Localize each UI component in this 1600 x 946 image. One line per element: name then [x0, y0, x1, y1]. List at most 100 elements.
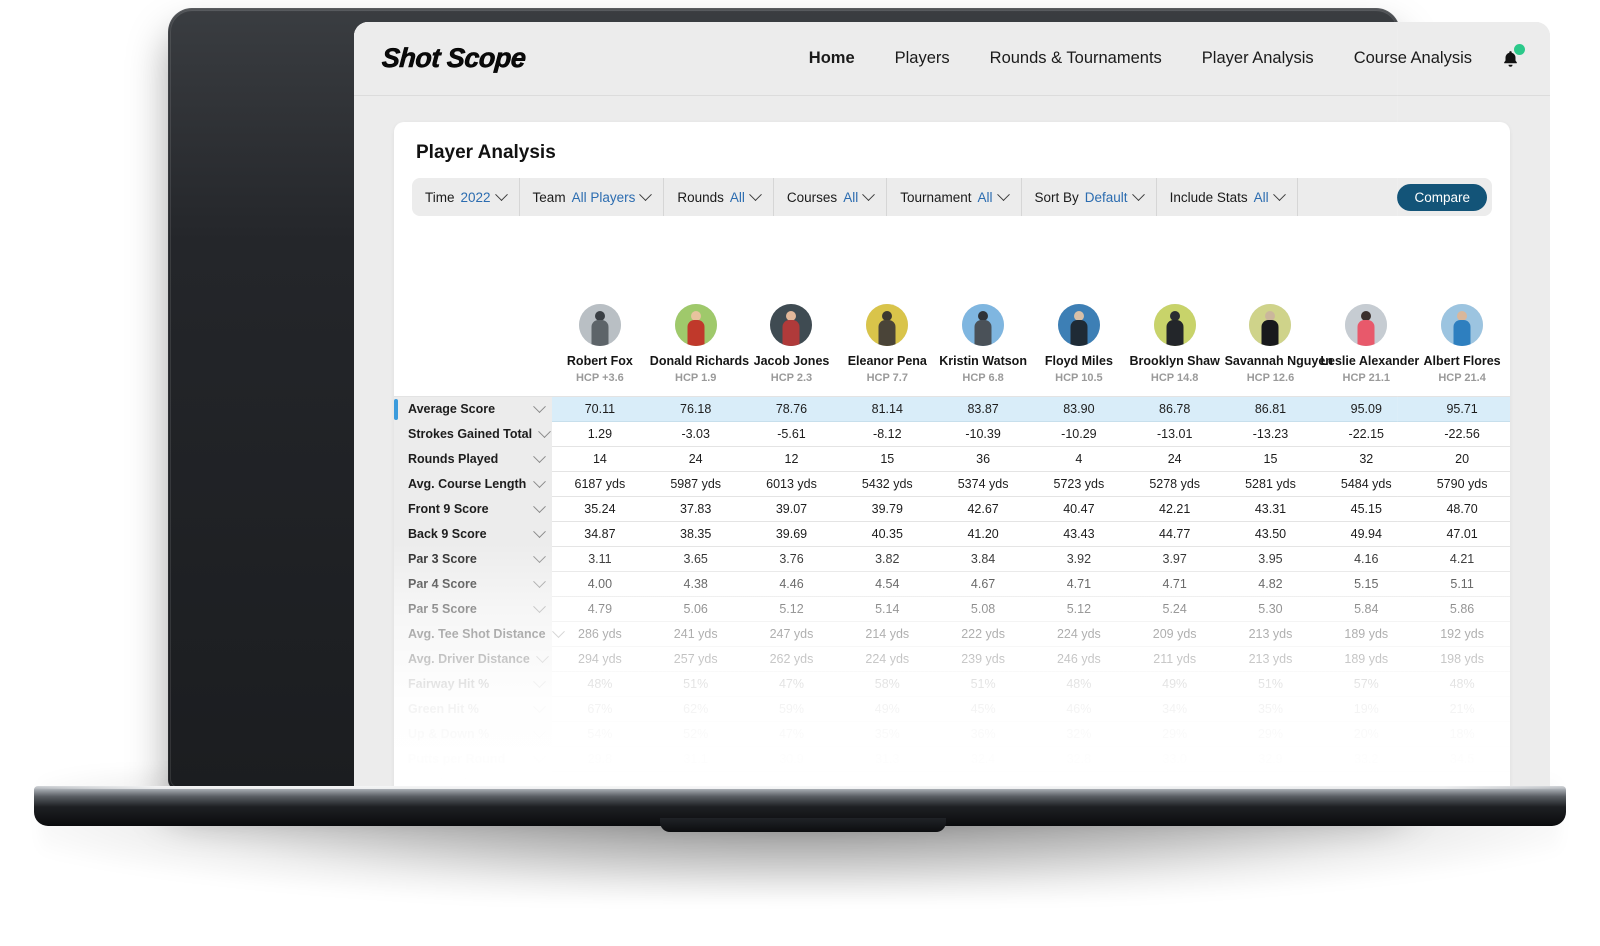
table-row[interactable]: Avg. Driver Distance294 yds257 yds262 yd…	[394, 647, 1510, 672]
stat-value-cell: 32.4	[935, 747, 1031, 772]
stat-row-label-cell[interactable]: Back 9 Score	[394, 522, 552, 547]
stat-value-cell: 32%	[1031, 722, 1127, 747]
stat-row-label-cell[interactable]: Avg. Driver Distance	[394, 647, 552, 672]
filter-include-stats[interactable]: Include StatsAll	[1157, 178, 1298, 216]
stat-value-cell: 48%	[1031, 672, 1127, 697]
table-row[interactable]: Par 3 Score3.113.653.763.823.843.923.973…	[394, 547, 1510, 572]
chevron-down-icon[interactable]	[533, 475, 546, 488]
player-column-header[interactable]: Jacob JonesHCP 2.3	[744, 290, 840, 397]
stat-row-label-cell[interactable]: Par 5 Score	[394, 597, 552, 622]
table-row[interactable]: Strokes Gained Total1.29-3.03-5.61-8.12-…	[394, 422, 1510, 447]
chevron-down-icon[interactable]	[533, 675, 546, 688]
stat-row-label-cell[interactable]: Strokes Gained Total	[394, 422, 552, 447]
chevron-down-icon[interactable]	[533, 525, 546, 538]
chevron-down-icon[interactable]	[533, 400, 546, 413]
stat-value-cell: -3.03	[648, 422, 744, 447]
chevron-down-icon[interactable]	[533, 450, 546, 463]
table-row[interactable]: Up & Down %54%52%47%35%36%32%29%29%20%18…	[394, 722, 1510, 747]
chevron-down-icon[interactable]	[533, 700, 546, 713]
player-column-header[interactable]: Kristin WatsonHCP 6.8	[935, 290, 1031, 397]
shot-scope-logo[interactable]: Shot Scope	[381, 43, 527, 74]
stat-row-label-cell[interactable]: Par 4 Score	[394, 572, 552, 597]
table-row[interactable]: Green Hit %67%62%59%49%45%46%34%35%19%21…	[394, 697, 1510, 722]
chevron-down-icon	[1273, 188, 1286, 201]
chevron-down-icon[interactable]	[533, 600, 546, 613]
stat-value-cell: 34%	[1127, 697, 1223, 722]
stat-value-cell: 32	[1318, 447, 1414, 472]
stat-value-cell: 32.8	[1031, 747, 1127, 772]
stat-row-label-cell[interactable]: Fairway Hit %	[394, 672, 552, 697]
stat-value-cell: 34.5	[1414, 747, 1510, 772]
filter-time[interactable]: Time2022	[412, 178, 520, 216]
stat-label: Rounds Played	[408, 452, 498, 466]
notifications-button[interactable]	[1496, 45, 1524, 73]
table-row[interactable]: Average Score70.1176.1878.7681.1483.8783…	[394, 397, 1510, 422]
stat-row-label-cell[interactable]: Avg. Tee Shot Distance	[394, 622, 552, 647]
table-row[interactable]: Rounds Played1424121536424153220	[394, 447, 1510, 472]
filter-team[interactable]: TeamAll Players	[520, 178, 665, 216]
avatar	[1441, 304, 1483, 346]
filter-rounds[interactable]: RoundsAll	[664, 178, 774, 216]
stat-value-cell: 5.84	[1318, 597, 1414, 622]
table-row[interactable]: Par 5 Score4.795.065.125.145.085.125.245…	[394, 597, 1510, 622]
table-row[interactable]: Avg. Tee Shot Distance286 yds241 yds247 …	[394, 622, 1510, 647]
stat-value-cell: 4.71	[1031, 572, 1127, 597]
chevron-down-icon[interactable]	[536, 650, 549, 663]
stats-table-scroll-area[interactable]: Robert FoxHCP +3.6Donald RichardsHCP 1.9…	[394, 290, 1510, 792]
chevron-down-icon[interactable]	[533, 750, 546, 763]
table-row[interactable]: Avg. Course Length6187 yds5987 yds6013 y…	[394, 472, 1510, 497]
stat-value-cell: 4.82	[1223, 572, 1319, 597]
nav-item-players[interactable]: Players	[895, 49, 950, 68]
table-row[interactable]: Par 4 Score4.004.384.464.544.674.714.714…	[394, 572, 1510, 597]
page-title: Player Analysis	[394, 122, 1510, 164]
stat-value-cell: -10.39	[935, 422, 1031, 447]
laptop-screen: Shot Scope Home Players Rounds & Tournamen…	[354, 22, 1550, 792]
stat-value-cell: 4.00	[552, 572, 648, 597]
chevron-down-icon[interactable]	[538, 425, 551, 438]
filter-label: Include Stats	[1170, 190, 1248, 205]
stat-row-label-cell[interactable]: Average Score	[394, 397, 552, 422]
player-column-header[interactable]: Robert FoxHCP +3.6	[552, 290, 648, 397]
chevron-down-icon	[997, 188, 1010, 201]
avatar	[962, 304, 1004, 346]
compare-button[interactable]: Compare	[1397, 184, 1487, 211]
player-column-header[interactable]: Brooklyn ShawHCP 14.8	[1127, 290, 1223, 397]
stat-row-label-cell[interactable]: Up & Down %	[394, 722, 552, 747]
chevron-down-icon[interactable]	[533, 500, 546, 513]
stat-row-label-cell[interactable]: Rounds Played	[394, 447, 552, 472]
stat-value-cell: 29%	[1127, 722, 1223, 747]
table-row[interactable]: Fairway Hit %48%51%47%58%51%48%49%51%57%…	[394, 672, 1510, 697]
stat-value-cell: 49%	[1127, 672, 1223, 697]
web-page: Shot Scope Home Players Rounds & Tournamen…	[354, 22, 1550, 792]
stat-value-cell: 35.24	[552, 497, 648, 522]
nav-item-course-analysis[interactable]: Course Analysis	[1354, 49, 1472, 68]
stat-row-label-cell[interactable]: Avg. Course Length	[394, 472, 552, 497]
table-row[interactable]: Front 9 Score35.2437.8339.0739.7942.6740…	[394, 497, 1510, 522]
nav-item-rounds-tournaments[interactable]: Rounds & Tournaments	[990, 49, 1162, 68]
filter-sort-by[interactable]: Sort ByDefault	[1022, 178, 1157, 216]
stat-label: Par 5 Score	[408, 602, 477, 616]
player-stats-table: Robert FoxHCP +3.6Donald RichardsHCP 1.9…	[394, 290, 1510, 792]
player-column-header[interactable]: Leslie AlexanderHCP 21.1	[1318, 290, 1414, 397]
chevron-down-icon[interactable]	[533, 550, 546, 563]
stat-value-cell: 81.14	[839, 397, 935, 422]
stat-row-label-cell[interactable]: Green Hit %	[394, 697, 552, 722]
player-column-header[interactable]: Albert FloresHCP 21.4	[1414, 290, 1510, 397]
stat-row-label-cell[interactable]: Front 9 Score	[394, 497, 552, 522]
nav-item-home[interactable]: Home	[809, 49, 855, 68]
filter-courses[interactable]: CoursesAll	[774, 178, 887, 216]
stat-row-label-cell[interactable]: Par 3 Score	[394, 547, 552, 572]
nav-item-player-analysis[interactable]: Player Analysis	[1202, 49, 1314, 68]
filter-tournament[interactable]: TournamentAll	[887, 178, 1021, 216]
player-column-header[interactable]: Floyd MilesHCP 10.5	[1031, 290, 1127, 397]
table-row[interactable]: Putts per Round29.831.130.931.332.432.83…	[394, 747, 1510, 772]
stat-value-cell: 3.65	[648, 547, 744, 572]
player-column-header[interactable]: Donald RichardsHCP 1.9	[648, 290, 744, 397]
stat-value-cell: 5723 yds	[1031, 472, 1127, 497]
chevron-down-icon[interactable]	[533, 575, 546, 588]
player-column-header[interactable]: Eleanor PenaHCP 7.7	[839, 290, 935, 397]
stat-row-label-cell[interactable]: Putts per Round	[394, 747, 552, 772]
chevron-down-icon[interactable]	[533, 725, 546, 738]
player-column-header[interactable]: Savannah NguyenHCP 12.6	[1223, 290, 1319, 397]
table-row[interactable]: Back 9 Score34.8738.3539.6940.3541.2043.…	[394, 522, 1510, 547]
